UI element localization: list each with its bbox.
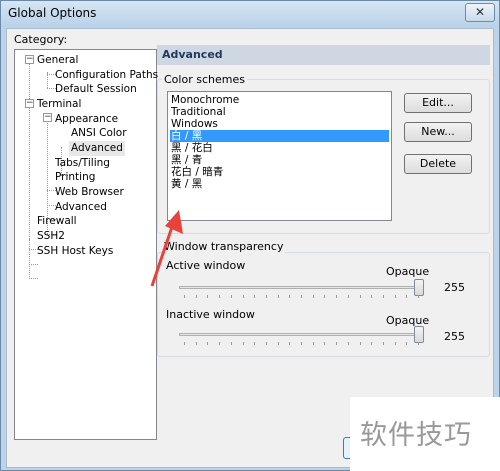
tree-item-default-session[interactable]: Default Session [55,82,137,97]
slider-tick [242,295,244,298]
slider-tick [219,295,221,298]
slider-tick [219,342,221,345]
annotation-arrow-icon [150,210,183,287]
slider-tick [371,342,373,345]
panel-title: Advanced [162,48,223,61]
inactive-window-slider-thumb[interactable] [414,326,424,343]
slider-tick [312,295,314,298]
slider-tick [312,342,314,345]
global-options-dialog: Global Options ✕ Category: − − − General… [0,0,500,471]
watermark-text: 软件技巧 [360,420,472,451]
tree-item-firewall[interactable]: Firewall [37,214,77,229]
tree-item-terminal[interactable]: Terminal [37,97,81,112]
slider-tick [254,342,256,345]
list-item[interactable]: 黑 / 青 [170,154,389,166]
inactive-window-value: 255 [444,330,465,343]
list-item[interactable]: Traditional [170,106,389,118]
category-label: Category: [14,33,68,46]
tree-item-printing[interactable]: Printing [55,170,95,185]
tree-connector [29,278,38,279]
list-item[interactable]: 黑 / 花白 [170,142,389,154]
list-item-selected[interactable]: 白 / 黑 [170,130,389,142]
slider-tick [324,295,326,298]
slider-tick [371,295,373,298]
slider-tick [359,342,361,345]
slider-tick [195,295,197,298]
slider-tick [406,342,408,345]
window-title: Global Options [8,6,97,20]
slider-tick [336,295,338,298]
tree-item-configuration-paths[interactable]: Configuration Paths [55,68,158,83]
tree-item-appearance[interactable]: Appearance [55,112,118,127]
edit-button[interactable]: Edit... [404,93,472,113]
watermark-overlay: 软件技巧 [350,397,500,471]
tree-item-ssh-host-keys[interactable]: SSH Host Keys [37,244,113,259]
tree-item-tabs-tiling[interactable]: Tabs/Tiling [55,156,110,171]
active-window-value: 255 [444,281,465,294]
close-button[interactable]: ✕ [465,3,495,22]
slider-tick [382,295,384,298]
slider-tick [277,295,279,298]
slider-tick [301,342,302,345]
slider-tick [184,342,185,345]
slider-tick [301,295,302,298]
tree-item-terminal-advanced[interactable]: Advanced [55,200,107,215]
slider-tick [254,295,256,298]
active-window-slider-thumb[interactable] [414,279,424,296]
inactive-window-slider-track[interactable] [179,333,421,336]
list-item[interactable]: 花白 / 暗青 [170,166,389,178]
slider-tick [242,342,244,345]
slider-tick [289,295,291,298]
tree-connector [29,264,38,265]
title-bar: Global Options ✕ [1,1,499,27]
slider-tick [394,295,396,298]
slider-tick [347,295,349,298]
new-button[interactable]: New... [404,122,472,142]
tree-item-appearance-advanced[interactable]: Advanced [69,141,125,156]
inactive-opaque-label: Opaque [386,314,430,327]
color-schemes-list[interactable]: Monochrome Traditional Windows 白 / 黑 黑 /… [167,91,392,221]
slider-tick [347,342,349,345]
list-item[interactable]: Windows [170,118,389,130]
inactive-window-label: Inactive window [166,308,255,321]
list-item[interactable]: Monochrome [170,94,389,106]
active-window-slider-track[interactable] [179,286,421,289]
slider-tick [207,295,209,298]
tree-item-general[interactable]: General [37,53,78,68]
slider-tick [289,342,291,345]
tree-connector [29,64,30,239]
slider-tick [359,295,361,298]
tree-item-ssh2[interactable]: SSH2 [37,229,65,244]
slider-tick [230,342,232,345]
slider-tick [265,342,267,345]
slider-tick [382,342,384,345]
slider-tick [394,342,396,345]
slider-tick [324,342,326,345]
slider-tick [418,295,419,298]
slider-tick [265,295,267,298]
arrow-head [165,210,183,234]
slider-tick [336,342,338,345]
slider-tick [195,342,197,345]
slider-tick [230,295,232,298]
collapse-icon[interactable]: − [43,113,52,122]
delete-button[interactable]: Delete [404,154,472,174]
category-tree[interactable]: − − − General Configuration Paths Defaul… [14,49,158,440]
tree-connector [29,239,30,279]
slider-tick [406,295,408,298]
tree-item-ansi-color[interactable]: ANSI Color [71,126,127,141]
collapse-icon[interactable]: − [25,99,34,108]
arrow-shaft [150,223,175,287]
tree-item-web-browser[interactable]: Web Browser [55,185,124,200]
slider-tick [207,342,209,345]
panel-header: Advanced [157,45,490,65]
close-icon: ✕ [474,5,486,19]
active-opaque-label: Opaque [386,265,430,278]
slider-tick [277,342,279,345]
collapse-icon[interactable]: − [25,55,34,64]
color-schemes-label: Color schemes [162,73,247,86]
list-item[interactable]: 黄 / 黑 [170,178,389,190]
slider-tick [418,342,419,345]
